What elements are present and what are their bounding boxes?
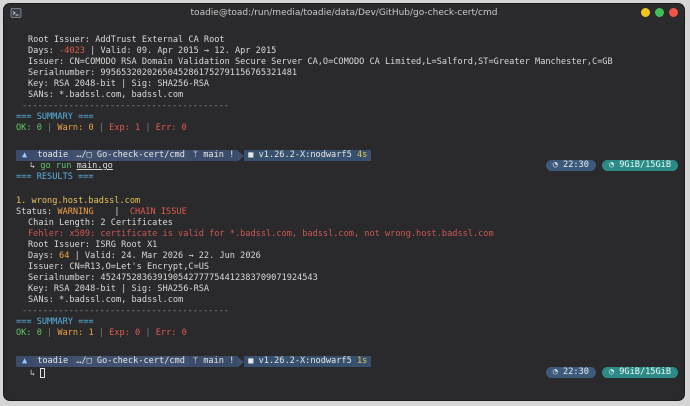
days-validity-2: | Valid: 24. Mar 2026 → 22. Jun 2026 xyxy=(69,251,261,261)
days-label: Days: xyxy=(28,46,60,56)
serial-line-2: Serialnumber: 45247528363919054277775441… xyxy=(28,273,318,283)
status-value: WARNING xyxy=(57,207,94,217)
command-arrow-icon: ↳ xyxy=(30,161,36,171)
key-line: Key: RSA 2048-bit | Sig: SHA256-RSA xyxy=(28,79,210,89)
maximize-button[interactable] xyxy=(655,8,664,17)
days-validity: | Valid: 09. Apr 2015 → 12. Apr 2015 xyxy=(84,46,277,56)
clock-pill: ◔ 22:30 xyxy=(545,160,596,171)
right-prompt-2: ◔ 22:30 ◔ 9GiB/15GiB xyxy=(545,367,678,378)
title-bar: toadie@toad:/run/media/toadie/data/Dev/G… xyxy=(4,4,684,22)
go-version-text: ■ v1.26.2-X:nodwarf5 xyxy=(248,150,352,160)
summary-ok: OK: 0 xyxy=(16,123,42,133)
status-issue: CHAIN ISSUE xyxy=(129,207,187,217)
summary-exp: Exp: 1 xyxy=(109,123,141,133)
minimize-button[interactable] xyxy=(641,8,650,17)
terminal-app-icon xyxy=(10,8,22,18)
prompt-go-version-2: ■ v1.26.2-X:nodwarf5 1s xyxy=(244,356,372,367)
issuer-line: Issuer: CN=COMODO RSA Domain Validation … xyxy=(28,57,613,67)
window-title: toadie@toad:/run/media/toadie/data/Dev/G… xyxy=(190,8,498,18)
prompt-user-2: toadie xyxy=(33,356,73,367)
results-title: === RESULTS === xyxy=(16,172,94,182)
terminal-window: toadie@toad:/run/media/toadie/data/Dev/G… xyxy=(4,4,684,400)
summary-err-2: Err: 0 xyxy=(155,328,187,338)
chain-length-line: Chain Length: 2 Certificates xyxy=(28,218,173,228)
key-line-2: Key: RSA 2048-bit | Sig: SHA256-RSA xyxy=(28,284,210,294)
prompt-user: toadie xyxy=(33,150,73,161)
right-prompt: ◔ 22:30 ◔ 9GiB/15GiB xyxy=(545,160,678,171)
sans-line: SANs: *.badssl.com, badssl.com xyxy=(28,90,184,100)
days-line: Days: -4023 | Valid: 09. Apr 2015 → 12. … xyxy=(28,46,276,57)
command-line-2[interactable]: ↳ xyxy=(30,368,46,379)
prompt-go-version: ■ v1.26.2-X:nodwarf5 4s xyxy=(244,150,372,161)
summary-warn: Warn: 0 xyxy=(57,123,94,133)
clock-pill-2: ◔ 22:30 xyxy=(545,367,596,378)
command-arg: main.go xyxy=(76,161,113,171)
summary-exp-2: Exp: 0 xyxy=(109,328,141,338)
command-line: ↳ go run main.go xyxy=(30,161,113,172)
prompt-duration-2: 1s xyxy=(356,356,368,366)
serial-line: Serialnumber: 99565320202650452861752791… xyxy=(28,68,298,78)
prompt-bar: ▲ toadie …/□ Go-check-cert/cmd ᛘ main ! … xyxy=(16,150,372,161)
status-label: Status: xyxy=(16,207,58,217)
prompt-path: …/□ Go-check-cert/cmd xyxy=(72,150,189,161)
close-button[interactable] xyxy=(669,8,678,17)
error-line: Fehler: x509: certificate is valid for *… xyxy=(28,229,494,239)
divider-2: ---------------------------------------- xyxy=(22,306,229,316)
sans-line-2: SANs: *.badssl.com, badssl.com xyxy=(28,295,184,305)
prompt-path-2: …/□ Go-check-cert/cmd xyxy=(72,356,189,367)
summary-line: OK: 0 | Warn: 0 | Exp: 1 | Err: 0 xyxy=(16,123,187,133)
summary-warn-2: Warn: 1 xyxy=(57,328,94,338)
days-value-2: 64 xyxy=(59,251,70,261)
summary-err: Err: 0 xyxy=(155,123,187,133)
memory-pill-2: ◔ 9GiB/15GiB xyxy=(601,367,678,378)
go-version-text-2: ■ v1.26.2-X:nodwarf5 xyxy=(248,356,352,366)
root-issuer-line-2: Root Issuer: ISRG Root X1 xyxy=(28,240,158,250)
summary-title: === SUMMARY === xyxy=(16,112,94,122)
prompt-bar-2: ▲ toadie …/□ Go-check-cert/cmd ᛘ main ! … xyxy=(16,356,372,367)
status-separator: | xyxy=(93,207,130,217)
issuer-line-2: Issuer: CN=R13,O=Let's Encrypt,C=US xyxy=(28,262,210,272)
os-icon: ▲ xyxy=(16,150,34,161)
prompt-git-branch: ᛘ main ! xyxy=(188,150,239,161)
command-arrow-icon-2: ↳ xyxy=(30,368,36,379)
window-controls xyxy=(641,8,678,17)
text-cursor xyxy=(40,368,46,378)
prompt-duration: 4s xyxy=(356,150,368,160)
command-verb: go run xyxy=(40,161,72,171)
summary-ok-2: OK: 0 xyxy=(16,328,42,338)
terminal-output[interactable]: Root Issuer: AddTrust External CA Root D… xyxy=(10,26,678,396)
summary-title-2: === SUMMARY === xyxy=(16,317,94,327)
days-line-2: Days: 64 | Valid: 24. Mar 2026 → 22. Jun… xyxy=(28,251,261,262)
days-label-2: Days: xyxy=(28,251,60,261)
summary-line-2: OK: 0 | Warn: 1 | Exp: 0 | Err: 0 xyxy=(16,328,187,338)
memory-pill: ◔ 9GiB/15GiB xyxy=(601,160,678,171)
result-host: 1. wrong.host.badssl.com xyxy=(16,196,141,206)
os-icon-2: ▲ xyxy=(16,356,34,367)
root-issuer-line: Root Issuer: AddTrust External CA Root xyxy=(28,35,225,45)
days-value: -4023 xyxy=(59,46,85,56)
divider: ---------------------------------------- xyxy=(22,101,229,111)
status-line: Status: WARNING | CHAIN ISSUE xyxy=(16,207,187,218)
prompt-git-branch-2: ᛘ main ! xyxy=(188,356,239,367)
